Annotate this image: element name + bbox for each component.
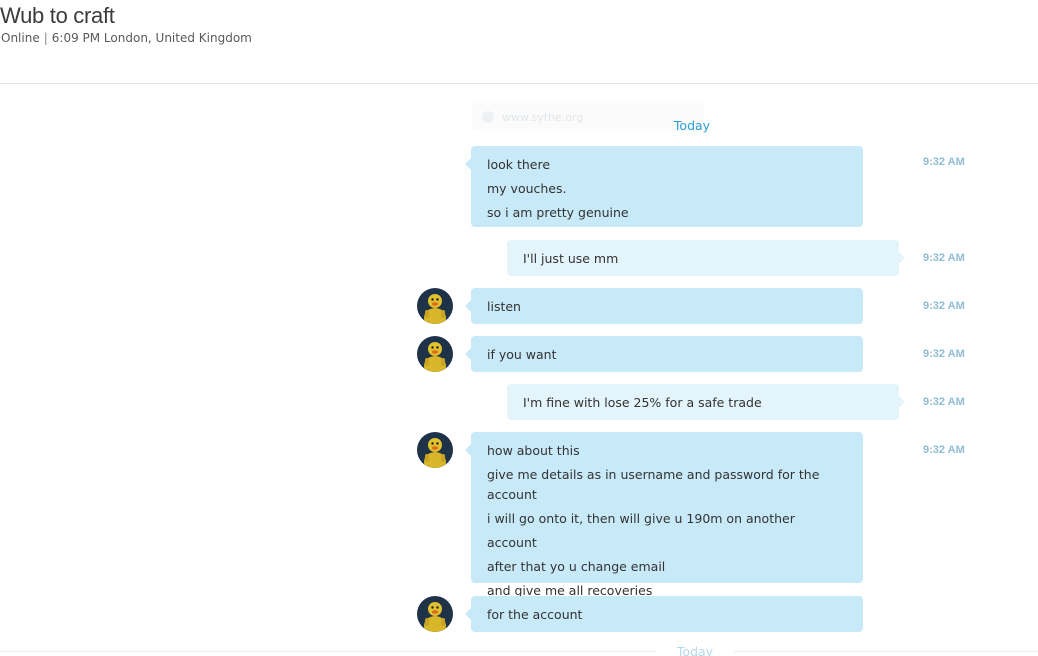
contact-name[interactable]: Wub to craft bbox=[0, 3, 115, 29]
message-text: I'll just use mm bbox=[523, 251, 619, 266]
message-timestamp: 9:32 AM bbox=[923, 444, 965, 456]
message-text: i will go onto it, then will give u 190m… bbox=[487, 511, 795, 550]
duck-avatar-icon bbox=[424, 342, 446, 372]
bird-icon bbox=[482, 111, 494, 123]
message-history[interactable]: www.sythe.org Today look there my vouche… bbox=[0, 84, 1038, 656]
message-text: look there bbox=[487, 157, 551, 172]
contact-avatar[interactable] bbox=[417, 432, 453, 468]
message-timestamp: 9:32 AM bbox=[923, 156, 965, 168]
message-timestamp: 9:32 AM bbox=[923, 348, 965, 360]
message-bubble[interactable]: I'll just use mm bbox=[507, 240, 905, 276]
contact-avatar[interactable] bbox=[417, 288, 453, 324]
day-divider: Today bbox=[673, 118, 711, 133]
day-divider: Today bbox=[656, 644, 734, 656]
message-text: my vouches. bbox=[487, 181, 567, 196]
presence-status: Online bbox=[1, 31, 40, 45]
contact-status-line: Online | 6:09 PM London, United Kingdom bbox=[1, 31, 252, 45]
duck-avatar-icon bbox=[424, 294, 446, 324]
duck-avatar-icon bbox=[424, 438, 446, 468]
divider bbox=[0, 651, 1038, 652]
message-bubble[interactable]: if you want bbox=[465, 336, 863, 372]
message-bubble[interactable]: how about this give me details as in use… bbox=[465, 432, 863, 598]
message-timestamp: 9:32 AM bbox=[923, 396, 965, 408]
message-text: for the account bbox=[487, 607, 583, 622]
message-timestamp: 9:32 AM bbox=[923, 300, 965, 312]
duck-avatar-icon bbox=[424, 602, 446, 632]
message-text: give me details as in username and passw… bbox=[487, 467, 820, 502]
conversation-header: Wub to craft Online | 6:09 PM London, Unit… bbox=[0, 0, 1038, 84]
message-bubble[interactable]: listen bbox=[465, 288, 863, 324]
message-bubble[interactable]: look there my vouches. so i am pretty ge… bbox=[465, 146, 863, 227]
message-bubble[interactable]: I'm fine with lose 25% for a safe trade bbox=[507, 384, 905, 420]
message-text: I'm fine with lose 25% for a safe trade bbox=[523, 395, 762, 410]
message-text: if you want bbox=[487, 347, 557, 362]
message-text: after that yo u change email bbox=[487, 559, 666, 574]
contact-avatar[interactable] bbox=[417, 336, 453, 372]
local-time: 6:09 PM London, United Kingdom bbox=[51, 31, 252, 45]
link-preview-url: www.sythe.org bbox=[502, 110, 584, 124]
message-bubble[interactable]: for the account bbox=[465, 596, 863, 632]
message-text: so i am pretty genuine bbox=[487, 205, 629, 220]
separator: | bbox=[43, 31, 48, 45]
message-timestamp: 9:32 AM bbox=[923, 252, 965, 264]
message-text: how about this bbox=[487, 443, 580, 458]
contact-avatar[interactable] bbox=[417, 596, 453, 632]
message-text: listen bbox=[487, 299, 521, 314]
